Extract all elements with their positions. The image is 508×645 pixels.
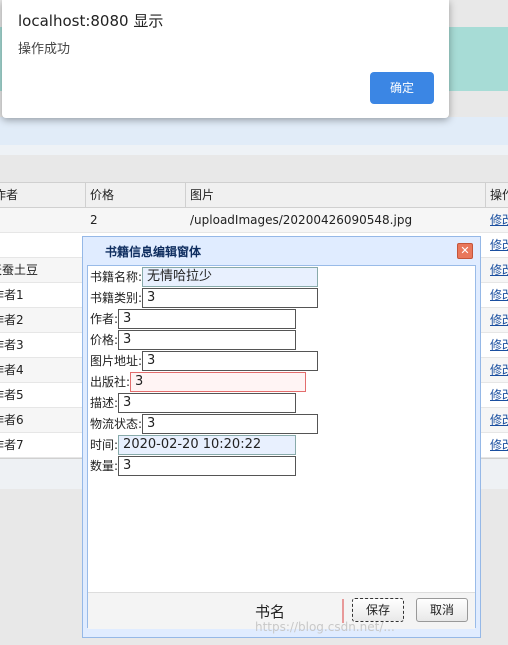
field-label: 描述: <box>90 396 119 410</box>
form-row-category: 书籍类别: 3 <box>90 288 319 308</box>
edit-link[interactable]: 修改 <box>490 333 508 357</box>
field-label: 数量: <box>90 459 119 473</box>
field-label: 作者: <box>90 312 119 326</box>
cell-price: 2 <box>90 213 98 227</box>
window-title: 书籍信息编辑窗体 <box>105 245 202 259</box>
close-icon[interactable]: ✕ <box>457 243 473 259</box>
cell-author: 作者7 <box>0 438 24 452</box>
field-label: 图片地址: <box>90 354 143 368</box>
time-input[interactable]: 2020-02-20 10:20:22 <box>118 435 297 455</box>
publisher-input[interactable]: 3 <box>130 372 307 392</box>
edit-link[interactable]: 修改 <box>490 283 508 307</box>
window-titlebar[interactable]: 书籍信息编辑窗体 ✕ <box>83 237 480 263</box>
column-header-price[interactable]: 价格 <box>90 183 185 207</box>
book-name-input[interactable]: 无情哈拉少 <box>142 267 319 287</box>
form-row-description: 描述: 3 <box>90 393 297 413</box>
cell-author <box>0 233 79 257</box>
footer-caption: 书名 <box>255 603 286 621</box>
edit-link[interactable]: 修改 <box>490 383 508 407</box>
book-category-input[interactable]: 3 <box>142 288 319 308</box>
cell-author: 作者1 <box>0 288 24 302</box>
field-label: 出版社: <box>90 375 131 389</box>
cancel-button[interactable]: 取消 <box>416 598 468 622</box>
alert-title: localhost:8080 显示 <box>18 12 164 30</box>
form-row-image: 图片地址: 3 <box>90 351 319 371</box>
field-label: 书籍类别: <box>90 291 143 305</box>
cell-author: 作者6 <box>0 413 24 427</box>
form-row-time: 时间: 2020-02-20 10:20:22 <box>90 435 297 455</box>
browser-alert-dialog: localhost:8080 显示 操作成功 确定 <box>2 0 449 118</box>
column-header-author[interactable]: 作者 <box>0 183 79 207</box>
form-row-author: 作者: 3 <box>90 309 297 329</box>
field-label: 时间: <box>90 438 119 452</box>
cell-author: 作者4 <box>0 363 24 377</box>
cell-author: 作者3 <box>0 338 24 352</box>
column-divider <box>185 183 186 207</box>
edit-form: 书籍名称: 无情哈拉少 书籍类别: 3 作者: 3 价格: 3 图片地址: 3 出版社: 3… <box>87 265 476 628</box>
image-url-input[interactable]: 3 <box>142 351 319 371</box>
watermark: https://blog.csdn.net/... <box>255 620 395 634</box>
cell-author: 作者2 <box>0 313 24 327</box>
toolbar-divider <box>0 145 508 155</box>
form-row-publisher: 出版社: 3 <box>90 372 307 392</box>
edit-link[interactable]: 修改 <box>490 258 508 282</box>
save-button[interactable]: 保存 <box>352 598 404 622</box>
alert-ok-button[interactable]: 确定 <box>370 72 434 104</box>
edit-link[interactable]: 修改 <box>490 208 508 232</box>
table-row[interactable]: 2 /uploadImages/20200426090548.jpg 修改 <box>0 208 508 233</box>
field-label: 物流状态: <box>90 417 143 431</box>
column-header-action[interactable]: 操作 <box>490 183 508 207</box>
alert-message: 操作成功 <box>18 42 71 57</box>
cell-author: 天蚕土豆 <box>0 263 39 277</box>
table-header: 作者 价格 图片 操作 <box>0 183 508 208</box>
edit-link[interactable]: 修改 <box>490 233 508 257</box>
field-label: 价格: <box>90 333 119 347</box>
form-row-quantity: 数量: 3 <box>90 456 297 476</box>
form-row-name: 书籍名称: 无情哈拉少 <box>90 267 319 287</box>
quantity-input[interactable]: 3 <box>118 456 297 476</box>
cell-image: /uploadImages/20200426090548.jpg <box>190 213 413 227</box>
price-input[interactable]: 3 <box>118 330 297 350</box>
column-divider <box>85 183 86 207</box>
author-input[interactable]: 3 <box>118 309 297 329</box>
cell-author <box>0 208 79 232</box>
edit-link[interactable]: 修改 <box>490 433 508 457</box>
form-row-price: 价格: 3 <box>90 330 297 350</box>
edit-link[interactable]: 修改 <box>490 408 508 432</box>
form-row-logistics: 物流状态: 3 <box>90 414 319 434</box>
book-edit-window: 书籍信息编辑窗体 ✕ 书籍名称: 无情哈拉少 书籍类别: 3 作者: 3 价格: 3 图… <box>82 236 481 638</box>
edit-link[interactable]: 修改 <box>490 358 508 382</box>
toolbar-strip <box>0 117 508 146</box>
column-divider <box>485 183 486 207</box>
edit-link[interactable]: 修改 <box>490 308 508 332</box>
description-input[interactable]: 3 <box>118 393 297 413</box>
cell-author: 作者5 <box>0 388 24 402</box>
column-header-image[interactable]: 图片 <box>190 183 485 207</box>
field-label: 书籍名称: <box>90 270 143 284</box>
logistics-status-input[interactable]: 3 <box>142 414 319 434</box>
